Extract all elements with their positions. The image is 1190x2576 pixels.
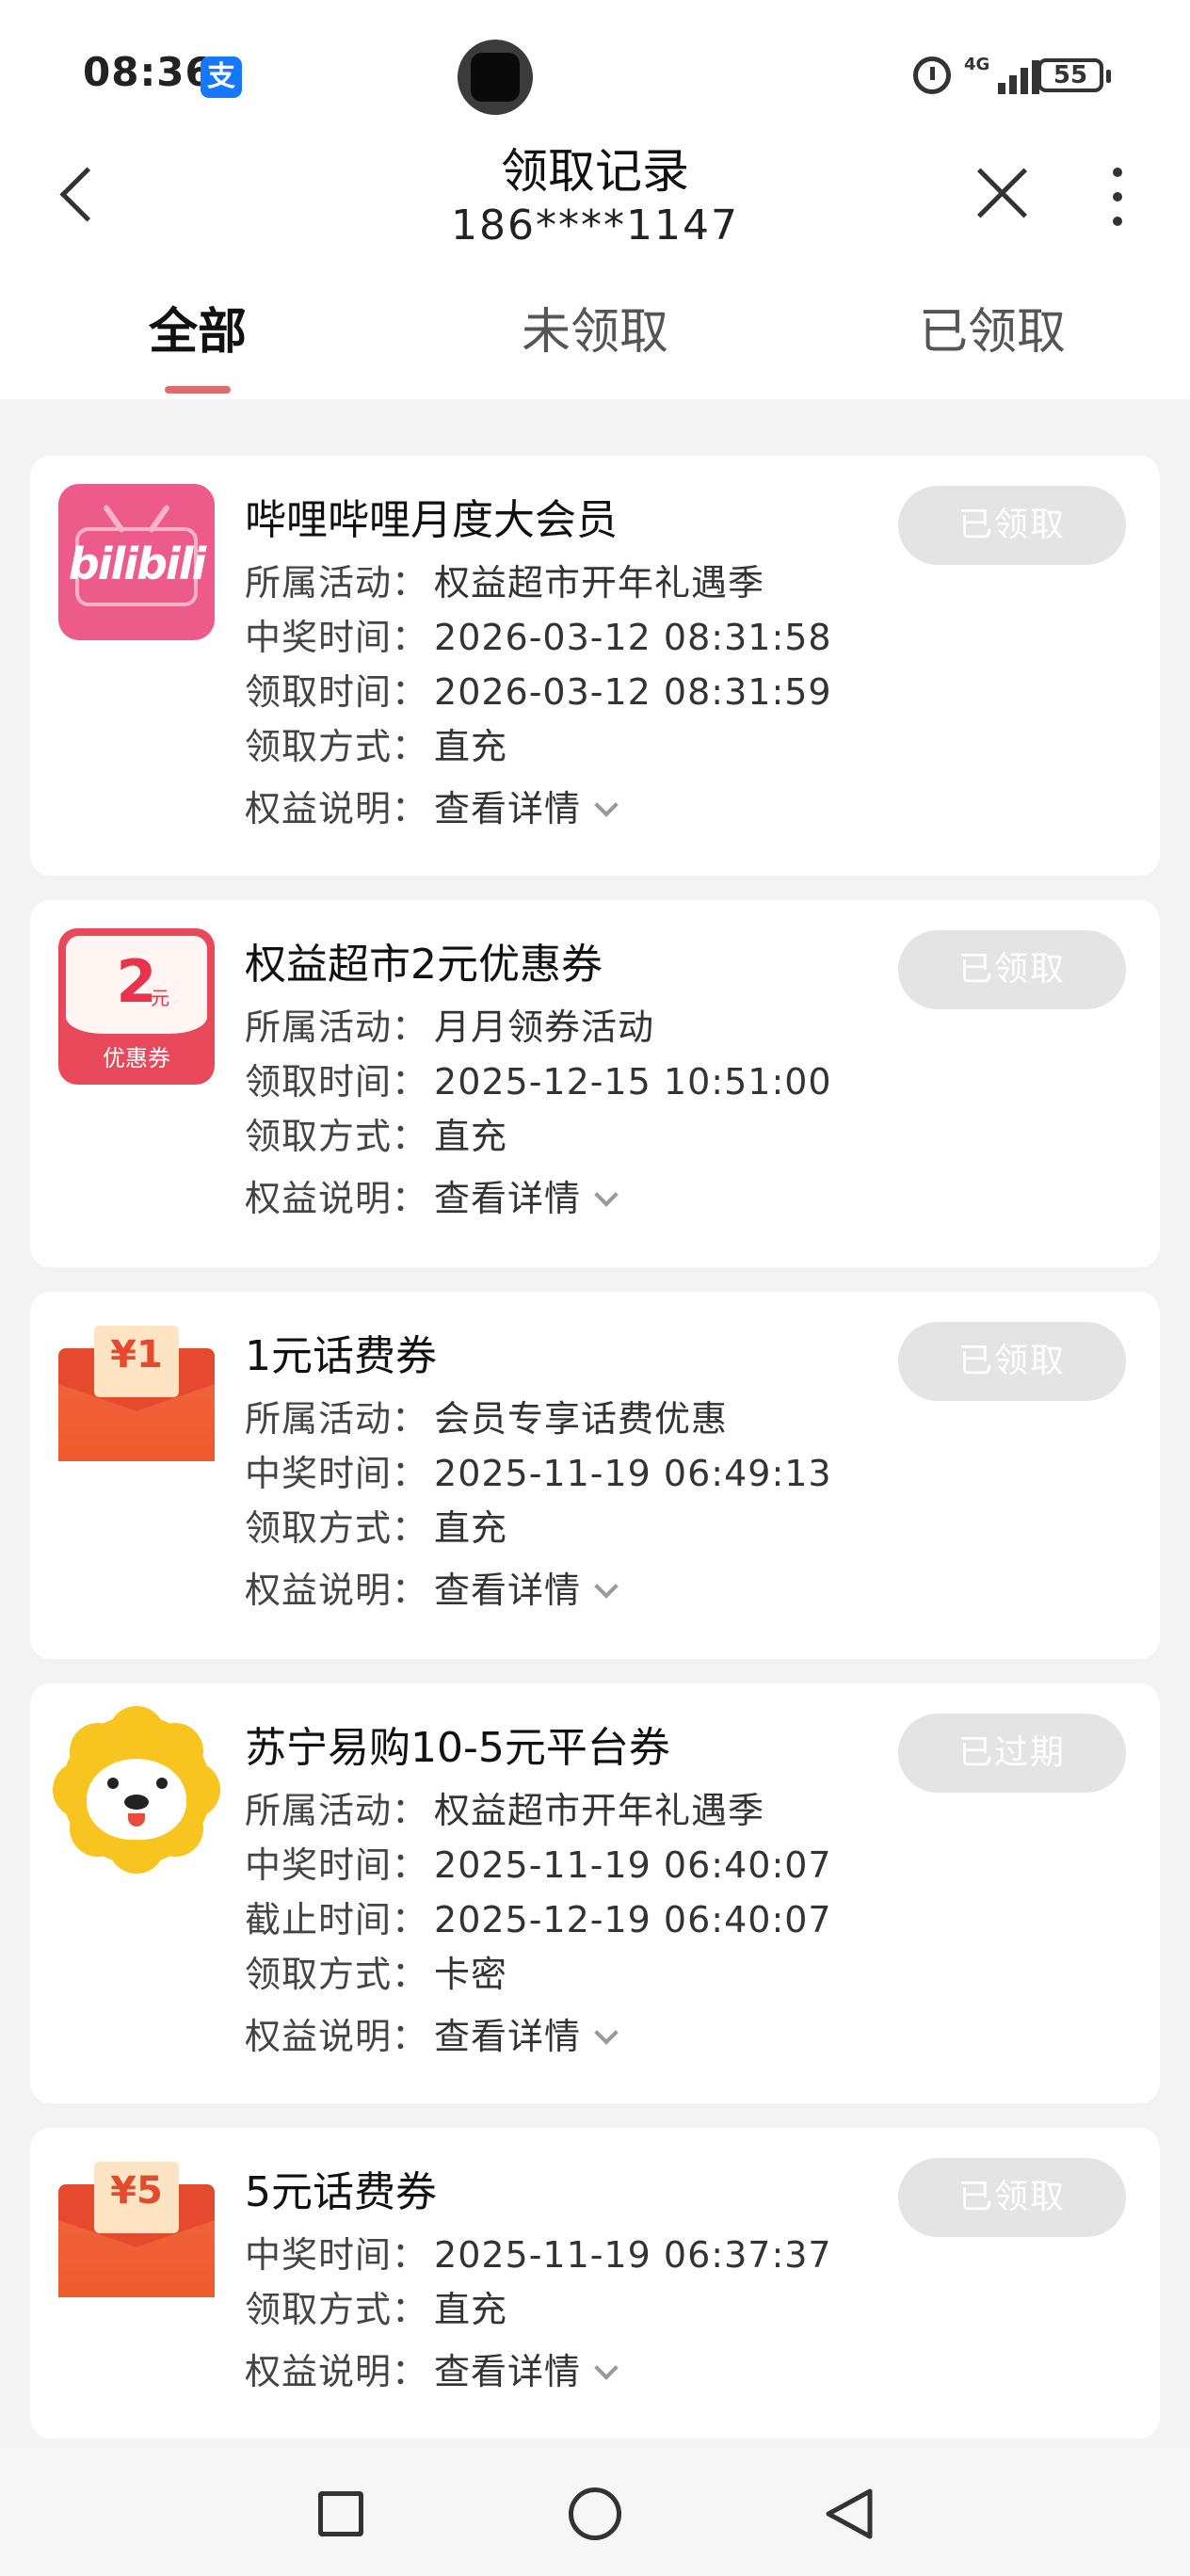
detail-row[interactable]: 权益说明： 查看详情 <box>245 1169 619 1221</box>
bilibili-icon: bilibili <box>58 484 215 640</box>
record-row: 中奖时间： 2026-03-12 08:31:58 <box>245 617 832 658</box>
view-details-link: 查看详情 <box>434 788 582 829</box>
record-card[interactable]: 2 元 优惠券 权益超市2元优惠券 已领取 所属活动： 月月领券活动 领取时间： 2… <box>30 900 1160 1267</box>
tab-indicator <box>165 386 231 394</box>
record-row: 领取方式： 直充 <box>245 1507 508 1549</box>
record-title: 权益超市2元优惠券 <box>245 941 603 989</box>
tab-unclaimed[interactable]: 未领取 <box>454 292 736 362</box>
suning-icon <box>53 1706 220 1874</box>
alarm-icon <box>913 56 951 94</box>
more-icon[interactable] <box>1102 164 1134 230</box>
detail-row[interactable]: 权益说明： 查看详情 <box>245 2007 619 2059</box>
detail-row[interactable]: 权益说明： 查看详情 <box>245 780 619 831</box>
home-icon[interactable] <box>569 2487 621 2540</box>
status-bar: 08:36 支 4G 55 <box>0 0 1190 141</box>
record-card[interactable]: ¥1 1元话费券 已领取 所属活动： 会员专享话费优惠 中奖时间： 2025-11-… <box>30 1292 1160 1659</box>
back-triangle-icon[interactable] <box>823 2487 876 2540</box>
status-button[interactable]: 已领取 <box>898 2158 1126 2237</box>
record-card[interactable]: bilibili 哔哩哔哩月度大会员 已领取 所属活动： 权益超市开年礼遇季 中奖… <box>30 456 1160 876</box>
record-row: 所属活动： 会员专享话费优惠 <box>245 1398 729 1440</box>
record-row: 领取时间： 2025-12-15 10:51:00 <box>245 1061 832 1103</box>
chevron-down-icon <box>594 1183 619 1207</box>
view-details-link: 查看详情 <box>434 1178 582 1219</box>
page-subtitle: 186****1147 <box>451 201 739 250</box>
record-row: 中奖时间： 2025-11-19 06:37:37 <box>245 2234 832 2276</box>
detail-row[interactable]: 权益说明： 查看详情 <box>245 1561 619 1613</box>
record-row: 截止时间： 2025-12-19 06:40:07 <box>245 1899 832 1940</box>
record-row: 所属活动： 权益超市开年礼遇季 <box>245 562 765 604</box>
camera-cutout <box>458 40 533 115</box>
view-details-link: 查看详情 <box>434 2016 582 2057</box>
record-row: 所属活动： 权益超市开年礼遇季 <box>245 1790 765 1831</box>
record-card[interactable]: 苏宁易购10-5元平台券 已过期 所属活动： 权益超市开年礼遇季 中奖时间： 202… <box>30 1683 1160 2103</box>
network-type: 4G <box>964 55 990 74</box>
battery-icon: 55 <box>1037 58 1103 92</box>
status-button[interactable]: 已领取 <box>898 930 1126 1009</box>
tab-all[interactable]: 全部 <box>56 292 339 362</box>
red-envelope-icon: ¥1 <box>58 1320 215 1476</box>
chevron-down-icon <box>594 1574 619 1599</box>
chevron-down-icon <box>594 793 619 817</box>
recents-icon[interactable] <box>318 2491 363 2536</box>
chevron-down-icon <box>594 2356 619 2380</box>
tab-claimed[interactable]: 已领取 <box>851 292 1134 362</box>
close-icon[interactable] <box>973 164 1032 222</box>
view-details-link: 查看详情 <box>434 1570 582 1611</box>
view-details-link: 查看详情 <box>434 2351 582 2392</box>
record-title: 哔哩哔哩月度大会员 <box>245 496 618 544</box>
record-card[interactable]: ¥5 5元话费券 已领取 中奖时间： 2025-11-19 06:37:37 领取… <box>30 2128 1160 2439</box>
status-time: 08:36 <box>83 49 214 95</box>
record-row: 所属活动： 月月领券活动 <box>245 1006 655 1048</box>
record-title: 1元话费券 <box>245 1332 437 1380</box>
record-row: 中奖时间： 2025-11-19 06:49:13 <box>245 1453 832 1494</box>
chevron-down-icon <box>594 2021 619 2045</box>
record-title: 苏宁易购10-5元平台券 <box>245 1724 670 1772</box>
red-envelope-icon: ¥5 <box>58 2156 215 2312</box>
record-row: 领取方式： 直充 <box>245 2289 508 2330</box>
alipay-icon: 支 <box>201 56 242 98</box>
record-title: 5元话费券 <box>245 2168 437 2216</box>
page-title: 领取记录 <box>501 144 689 199</box>
record-row: 领取方式： 卡密 <box>245 1954 508 1995</box>
record-row: 中奖时间： 2025-11-19 06:40:07 <box>245 1844 832 1886</box>
record-row: 领取方式： 直充 <box>245 726 508 767</box>
back-icon[interactable] <box>49 160 109 230</box>
record-row: 领取方式： 直充 <box>245 1116 508 1157</box>
detail-row[interactable]: 权益说明： 查看详情 <box>245 2343 619 2394</box>
status-icons: 4G 55 <box>913 53 1139 100</box>
status-button[interactable]: 已过期 <box>898 1714 1126 1793</box>
record-row: 领取时间： 2026-03-12 08:31:59 <box>245 671 832 713</box>
status-button[interactable]: 已领取 <box>898 1322 1126 1401</box>
coupon-icon: 2 元 优惠券 <box>58 928 215 1085</box>
status-button[interactable]: 已领取 <box>898 486 1126 565</box>
system-nav-bar <box>0 2448 1190 2576</box>
